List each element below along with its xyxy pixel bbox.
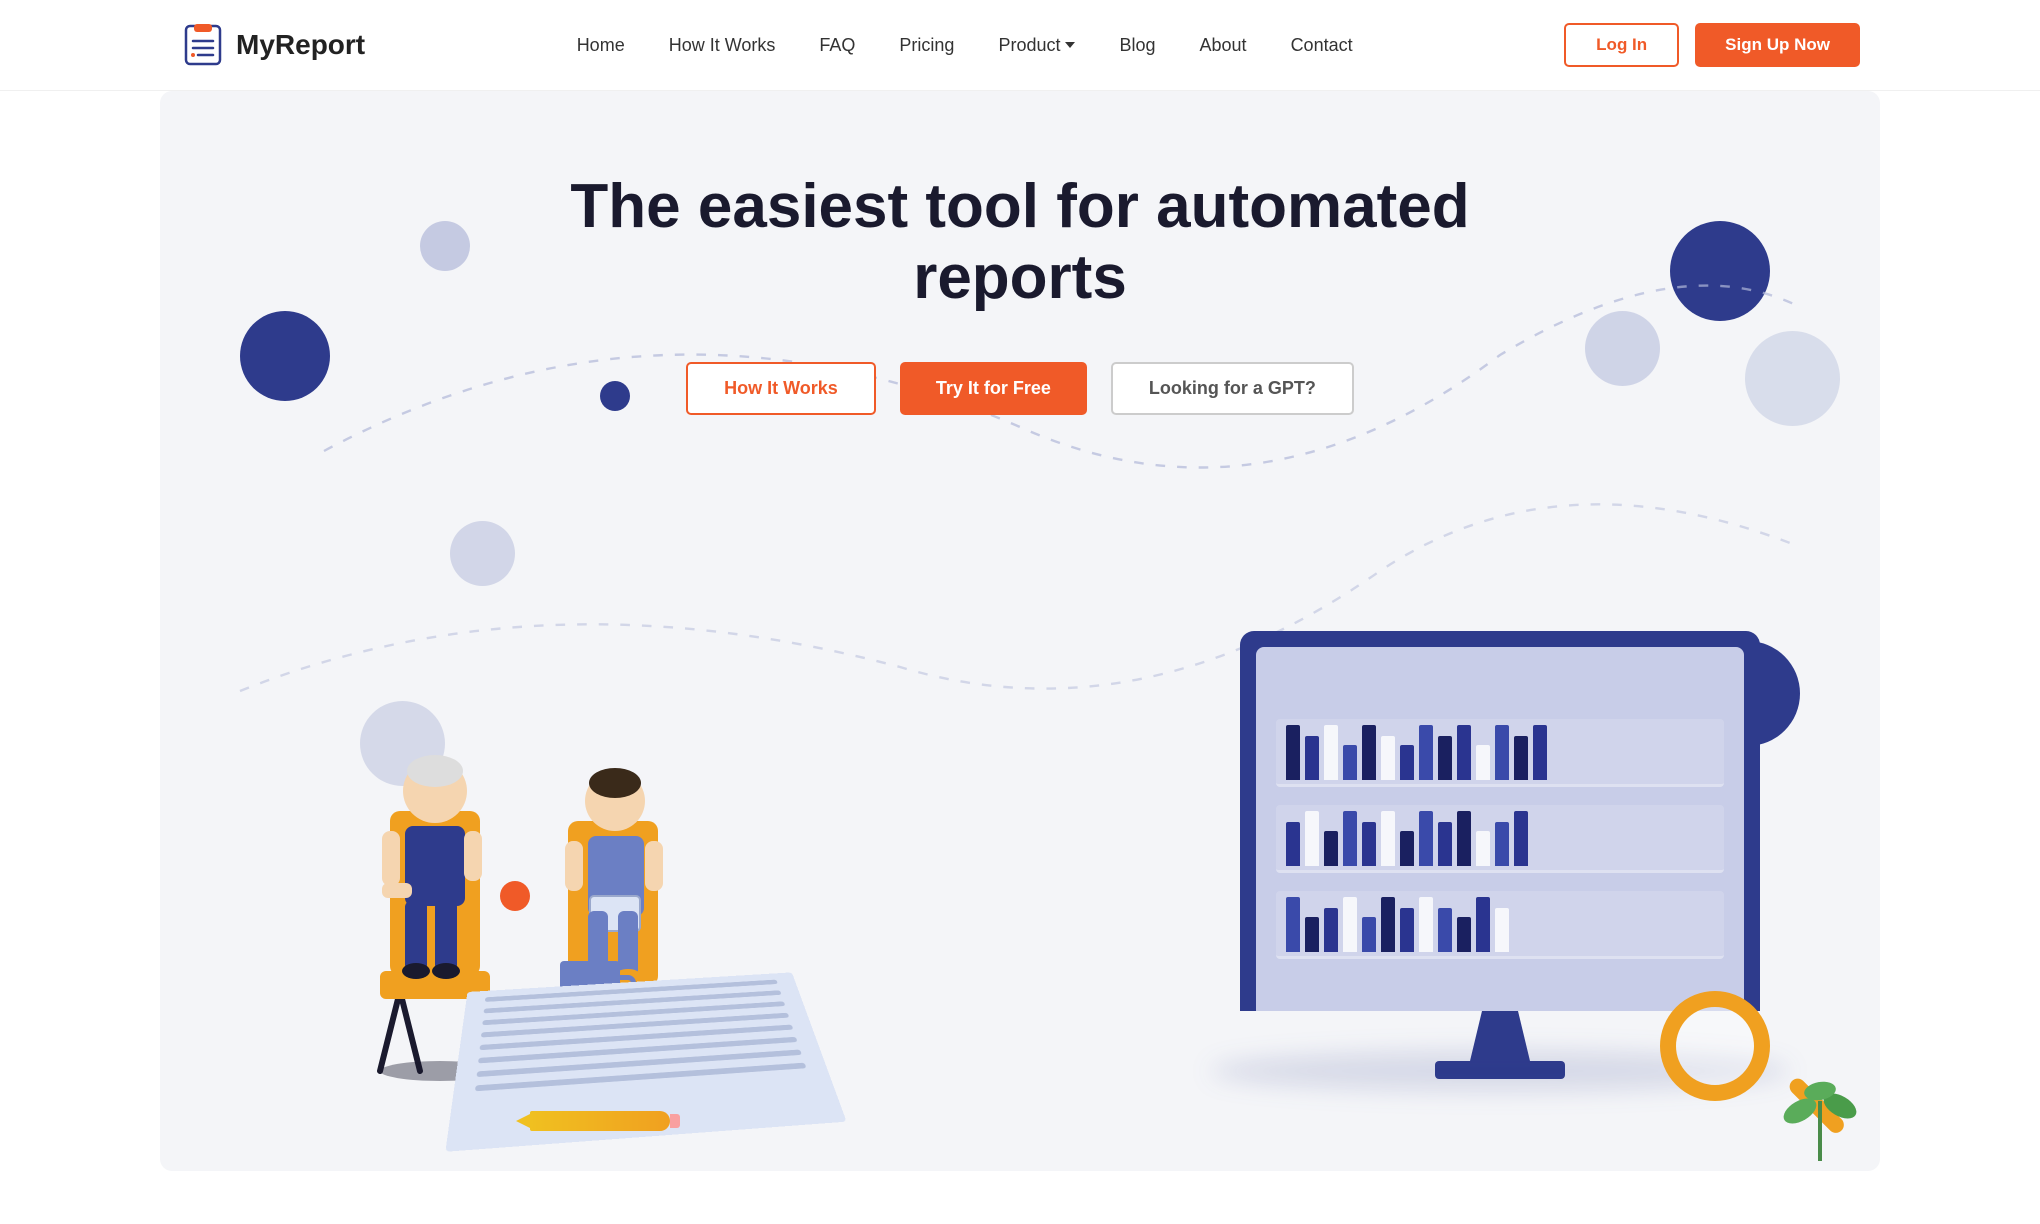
shelf-row-2 — [1276, 805, 1724, 873]
pencil-tip — [516, 1114, 530, 1128]
nav-faq[interactable]: FAQ — [819, 35, 855, 55]
monitor-bookshelf — [1276, 677, 1724, 1001]
book — [1495, 725, 1509, 780]
book — [1400, 745, 1414, 780]
shelf-row-1 — [1276, 719, 1724, 787]
book — [1514, 811, 1528, 866]
book — [1419, 725, 1433, 780]
book — [1343, 745, 1357, 780]
login-button[interactable]: Log In — [1564, 23, 1679, 67]
book — [1419, 811, 1433, 866]
book — [1381, 811, 1395, 866]
nav-blog[interactable]: Blog — [1119, 35, 1155, 55]
book — [1324, 725, 1338, 780]
pencil-eraser — [670, 1114, 680, 1128]
book — [1457, 811, 1471, 866]
magnifier-circle — [1660, 991, 1770, 1101]
book — [1305, 736, 1319, 780]
nav-links: Home How It Works FAQ Pricing Product Bl… — [577, 35, 1353, 56]
doc-line — [475, 1063, 806, 1092]
book — [1457, 917, 1471, 952]
book — [1438, 908, 1452, 952]
decor-circle-light-4 — [1585, 311, 1660, 386]
nav-how-it-works[interactable]: How It Works — [669, 35, 776, 55]
book — [1400, 831, 1414, 866]
doc-line — [477, 1049, 802, 1077]
hero-try-free-button[interactable]: Try It for Free — [900, 362, 1087, 415]
brand-name: MyReport — [236, 29, 365, 61]
product-chevron-icon — [1065, 42, 1075, 48]
book — [1381, 897, 1395, 952]
plant-illustration — [1780, 1061, 1860, 1161]
hero-how-it-works-button[interactable]: How It Works — [686, 362, 876, 415]
navbar: MyReport Home How It Works FAQ Pricing P… — [0, 0, 2040, 91]
book — [1533, 725, 1547, 780]
nav-home[interactable]: Home — [577, 35, 625, 55]
decor-circle-blue-tr — [1670, 221, 1770, 321]
nav-about[interactable]: About — [1200, 35, 1247, 55]
book — [1476, 745, 1490, 780]
book — [1286, 897, 1300, 952]
logo-icon — [180, 22, 226, 68]
book — [1324, 908, 1338, 952]
illustration-area — [160, 421, 1880, 1171]
decor-circle-blue-small — [600, 381, 630, 411]
book — [1476, 831, 1490, 866]
shelf-row-3 — [1276, 891, 1724, 959]
hero-gpt-button[interactable]: Looking for a GPT? — [1111, 362, 1354, 415]
logo[interactable]: MyReport — [180, 22, 365, 68]
doc-line — [478, 1037, 798, 1064]
decor-circle-light-5 — [1745, 331, 1840, 426]
hero-section: The easiest tool for automated reports H… — [160, 91, 1880, 1171]
book — [1438, 822, 1452, 866]
book — [1343, 811, 1357, 866]
book — [1286, 822, 1300, 866]
book — [1362, 917, 1376, 952]
book — [1419, 897, 1433, 952]
nav-product[interactable]: Product — [998, 35, 1075, 56]
book — [1495, 822, 1509, 866]
monitor-body — [1240, 631, 1760, 1011]
book — [1286, 725, 1300, 780]
monitor-stand — [1470, 1011, 1530, 1061]
decor-circle-light-1 — [420, 221, 470, 271]
book — [1381, 736, 1395, 780]
nav-buttons: Log In Sign Up Now — [1564, 23, 1860, 67]
signup-button[interactable]: Sign Up Now — [1695, 23, 1860, 67]
monitor-screen — [1256, 647, 1744, 1011]
nav-pricing[interactable]: Pricing — [899, 35, 954, 55]
book — [1305, 917, 1319, 952]
book — [1476, 897, 1490, 952]
nav-contact[interactable]: Contact — [1291, 35, 1353, 55]
hero-buttons: How It Works Try It for Free Looking for… — [686, 362, 1354, 415]
book — [1343, 897, 1357, 952]
book — [1324, 831, 1338, 866]
book — [1514, 736, 1528, 780]
book — [1400, 908, 1414, 952]
book — [1362, 725, 1376, 780]
book — [1495, 908, 1509, 952]
book — [1457, 725, 1471, 780]
book — [1305, 811, 1319, 866]
hero-title: The easiest tool for automated reports — [570, 171, 1470, 314]
decor-circle-blue-large — [240, 311, 330, 401]
book — [1438, 736, 1452, 780]
book — [1362, 822, 1376, 866]
